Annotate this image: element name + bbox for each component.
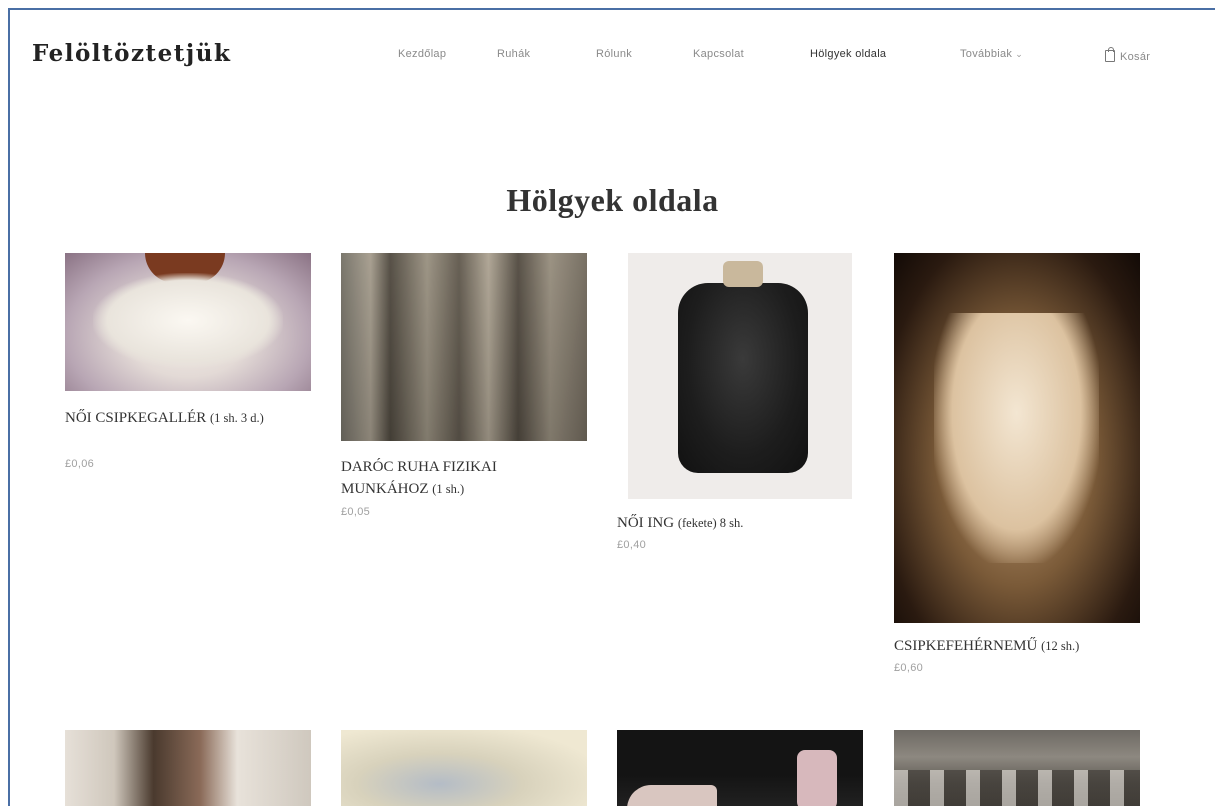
product-title: CSIPKEFEHÉRNEMŰ	[894, 638, 1038, 654]
product-qty: (1 sh.)	[432, 482, 465, 496]
nav-item-more[interactable]: Továbbiak ⌄	[960, 48, 1023, 60]
product-name[interactable]: NŐI CSIPKEGALLÉR (1 sh. 3 d.)	[65, 407, 315, 429]
main-nav: Kezdőlap Ruhák Rólunk Kapcsolat Hölgyek …	[10, 47, 1215, 68]
product-name[interactable]: DARÓC RUHA FIZIKAI MUNKÁHOZ (1 sh.)	[341, 456, 571, 500]
nav-item-clothes[interactable]: Ruhák	[497, 48, 530, 60]
product-image-edwardian-ladies[interactable]	[65, 730, 311, 806]
product-qty: (12 sh.)	[1041, 639, 1080, 653]
product-title: NŐI ING	[617, 515, 675, 531]
nav-item-cart[interactable]: Kosár	[1105, 47, 1151, 63]
browser-frame: Felöltöztetjük Kezdőlap Ruhák Rólunk Kap…	[8, 8, 1215, 806]
product-name[interactable]: NŐI ING (fekete) 8 sh.	[617, 512, 867, 534]
product-image-working-women[interactable]	[341, 253, 587, 441]
product-qty: (fekete) 8 sh.	[677, 516, 744, 530]
nav-item-contact[interactable]: Kapcsolat	[693, 48, 744, 60]
product-price: £0,40	[617, 539, 647, 551]
product-image-ballet-shoes[interactable]	[617, 730, 863, 806]
product-image-lace-collar[interactable]	[65, 253, 311, 391]
product-qty: (1 sh. 3 d.)	[210, 411, 264, 425]
product-image-group-portrait[interactable]	[894, 730, 1140, 806]
product-title: NŐI CSIPKEGALLÉR	[65, 410, 207, 426]
product-image-lace-corset[interactable]	[894, 253, 1140, 623]
page-title: Hölgyek oldala	[506, 182, 719, 218]
cart-label: Kosár	[1120, 51, 1151, 63]
shopping-bag-icon	[1105, 47, 1115, 62]
product-price: £0,06	[65, 458, 95, 470]
nav-item-home[interactable]: Kezdőlap	[398, 48, 446, 60]
nav-item-more-label: Továbbiak	[960, 48, 1013, 60]
product-image-black-blouse[interactable]	[628, 253, 852, 499]
chevron-down-icon: ⌄	[1015, 49, 1024, 59]
nav-item-about[interactable]: Rólunk	[596, 48, 632, 60]
product-price: £0,05	[341, 506, 371, 518]
product-name[interactable]: CSIPKEFEHÉRNEMŰ (12 sh.)	[894, 635, 1144, 657]
product-price: £0,60	[894, 662, 924, 674]
product-title: DARÓC RUHA FIZIKAI MUNKÁHOZ	[341, 459, 497, 497]
nav-item-ladies[interactable]: Hölgyek oldala	[810, 48, 886, 60]
product-image-floral-illustration[interactable]	[341, 730, 587, 806]
